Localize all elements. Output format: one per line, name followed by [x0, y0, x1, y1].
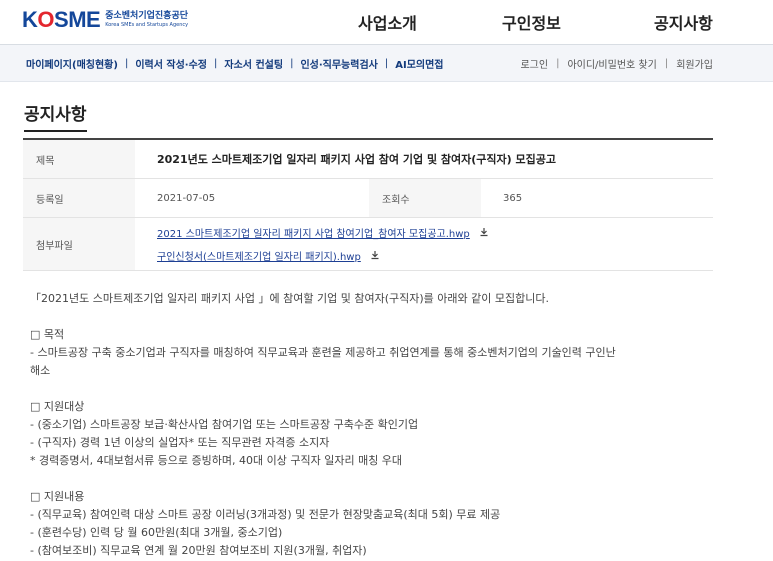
subnav-ai-interview[interactable]: AI모의면접 [395, 56, 443, 71]
kosme-logo[interactable]: KOSME 중소벤처기업진흥공단 Korea SMEs and Startups… [22, 7, 188, 33]
post-content: 「2021년도 스마트제조기업 일자리 패키지 사업 」에 참여할 기업 및 참… [30, 290, 710, 560]
post-date: 2021-07-05 [157, 192, 216, 204]
content-line: * 경력증명서, 4대보험서류 등으로 증빙하며, 40대 이상 구직자 일자리… [30, 454, 403, 467]
subnav-aptitude-test[interactable]: 인성·직무능력검사 [300, 56, 377, 71]
content-line: 해소 [30, 364, 51, 377]
content-intro: 「2021년도 스마트제조기업 일자리 패키지 사업 」에 참여할 기업 및 참… [30, 292, 549, 305]
logo-subtitle: 중소벤처기업진흥공단 Korea SMEs and Startups Agenc… [105, 11, 189, 28]
subnav-resume[interactable]: 이력서 작성·수정 [135, 56, 207, 71]
content-line: - (훈련수당) 인력 당 월 60만원(최대 3개월, 중소기업) [30, 526, 283, 539]
site-header: KOSME 중소벤처기업진흥공단 Korea SMEs and Startups… [0, 0, 773, 45]
subject-label: 제목 [23, 140, 135, 178]
content-line: - (구직자) 경력 1년 이상의 실업자* 또는 직무관련 자격증 소지자 [30, 436, 330, 449]
section-title-purpose: □ 목적 [30, 328, 65, 341]
join-link[interactable]: 회원가입 [676, 56, 713, 71]
login-link[interactable]: 로그인 [520, 56, 548, 71]
date-label: 등록일 [23, 179, 135, 217]
views-label: 조회수 [369, 179, 481, 217]
attachment-item: 2021 스마트제조기업 일자리 패키지 사업 참여기업_참여자 모집공고.hw… [157, 225, 489, 240]
find-account-link[interactable]: 아이디/비밀번호 찾기 [567, 56, 656, 71]
download-icon[interactable] [370, 251, 380, 263]
content-line: - 스마트공장 구축 중소기업과 구직자를 매칭하여 직무교육과 훈련을 제공하… [30, 346, 616, 359]
attachment-link-2[interactable]: 구인신청서(스마트제조기업 일자리 패키지).hwp [157, 252, 361, 263]
sub-nav: 마이페이지(매칭현황) | 이력서 작성·수정 | 자소서 컨설팅 | 인성·직… [26, 56, 444, 71]
table-row: 제목 2021년도 스마트제조기업 일자리 패키지 사업 참여 기업 및 참여자… [23, 140, 713, 179]
gnb-jobs[interactable]: 구인정보 [502, 0, 561, 44]
files-label: 첨부파일 [23, 218, 135, 270]
content-line: - (중소기업) 스마트공장 보급·확산사업 참여기업 또는 스마트공장 구축수… [30, 418, 419, 431]
section-title-support: □ 지원내용 [30, 490, 85, 503]
gnb-business[interactable]: 사업소개 [358, 0, 417, 44]
post-subject: 2021년도 스마트제조기업 일자리 패키지 사업 참여 기업 및 참여자(구직… [157, 153, 556, 166]
gnb-notice[interactable]: 공지사항 [654, 0, 713, 44]
content-line: - (참여보조비) 직무교육 연계 월 20만원 참여보조비 지원(3개월, 취… [30, 544, 367, 557]
subnav-mypage[interactable]: 마이페이지(매칭현황) [26, 56, 118, 71]
logo-wordmark: KOSME [22, 7, 101, 32]
util-links: 로그인 | 아이디/비밀번호 찾기 | 회원가입 [520, 56, 713, 71]
section-title-eligibility: □ 지원대상 [30, 400, 85, 413]
post-views: 365 [503, 192, 523, 204]
post-info-table: 제목 2021년도 스마트제조기업 일자리 패키지 사업 참여 기업 및 참여자… [23, 138, 713, 271]
table-row: 등록일 2021-07-05 조회수 365 [23, 179, 713, 218]
subnav-cover-letter[interactable]: 자소서 컨설팅 [224, 56, 283, 71]
page-title: 공지사항 [24, 100, 87, 132]
attachment-item: 구인신청서(스마트제조기업 일자리 패키지).hwp [157, 248, 489, 263]
table-row: 첨부파일 2021 스마트제조기업 일자리 패키지 사업 참여기업_참여자 모집… [23, 218, 713, 271]
attachment-link-1[interactable]: 2021 스마트제조기업 일자리 패키지 사업 참여기업_참여자 모집공고.hw… [157, 229, 470, 240]
content-line: - (직무교육) 참여인력 대상 스마트 공장 이러닝(3개과정) 및 전문가 … [30, 508, 501, 521]
download-icon[interactable] [479, 228, 489, 240]
sub-navigation-bar: 마이페이지(매칭현황) | 이력서 작성·수정 | 자소서 컨설팅 | 인성·직… [0, 45, 773, 82]
attachment-list: 2021 스마트제조기업 일자리 패키지 사업 참여기업_참여자 모집공고.hw… [135, 225, 489, 263]
